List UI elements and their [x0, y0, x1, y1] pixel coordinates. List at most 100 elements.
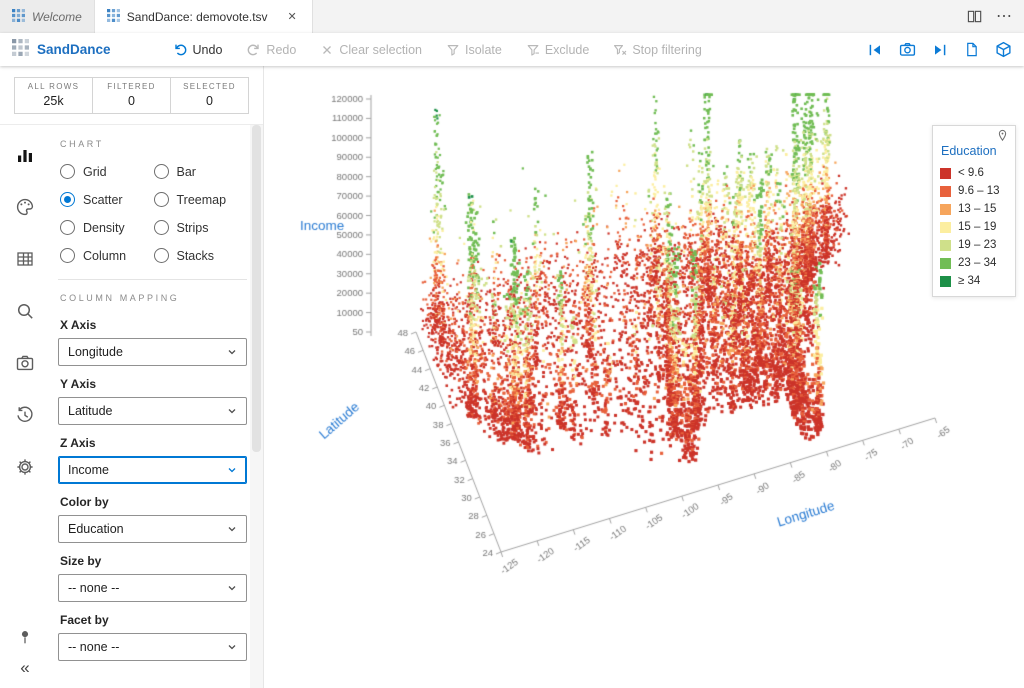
- panel-scrollbar[interactable]: [250, 125, 263, 688]
- legend-swatch: [940, 186, 951, 197]
- all-rows-stat: ALL ROWS 25k: [14, 77, 93, 114]
- more-actions-icon[interactable]: ⋯: [996, 9, 1012, 25]
- legend-item[interactable]: 19 – 23: [940, 239, 1008, 251]
- legend-item[interactable]: 9.6 – 13: [940, 185, 1008, 197]
- radio-icon: [60, 192, 75, 207]
- redo-button[interactable]: Redo: [246, 42, 296, 57]
- scrollbar-thumb[interactable]: [252, 125, 261, 452]
- chart-3d-rotate-icon[interactable]: [995, 41, 1012, 58]
- snapshot-notes-icon[interactable]: [964, 42, 979, 57]
- facet-by-dropdown[interactable]: -- none --: [58, 633, 247, 661]
- main-area: ALL ROWS 25k FILTERED 0 SELECTED 0: [0, 66, 1024, 688]
- z-axis-dropdown[interactable]: Income: [58, 456, 247, 484]
- sidebar-item-history[interactable]: [0, 389, 50, 441]
- row-stats: ALL ROWS 25k FILTERED 0 SELECTED 0: [0, 66, 263, 125]
- chevron-down-icon: [227, 465, 237, 475]
- chart-type-option-column[interactable]: Column: [60, 248, 154, 263]
- redo-icon: [246, 42, 261, 57]
- exclude-button[interactable]: Exclude: [526, 43, 589, 57]
- chevron-down-icon: [227, 406, 237, 416]
- app-title: SandDance: [37, 42, 111, 57]
- isolate-filter-icon: [446, 43, 460, 57]
- tab-label: Welcome: [32, 10, 82, 24]
- close-tab-icon[interactable]: ✕: [285, 9, 300, 24]
- legend-swatch: [940, 222, 951, 233]
- isolate-button[interactable]: Isolate: [446, 43, 502, 57]
- size-by-dropdown[interactable]: -- none --: [58, 574, 247, 602]
- y-axis-dropdown[interactable]: Latitude: [58, 397, 247, 425]
- radio-icon: [60, 248, 75, 263]
- exclude-filter-icon: [526, 43, 540, 57]
- x-axis-field: X Axis Longitude: [58, 318, 247, 366]
- sidebar-icon-strip: «: [0, 125, 50, 688]
- chevron-down-icon: [227, 524, 237, 534]
- legend-swatch: [940, 258, 951, 269]
- radio-icon: [60, 220, 75, 235]
- app-window: Welcome SandDance: demovote.tsv ✕ ⋯ Sand…: [0, 0, 1024, 688]
- radio-icon: [154, 248, 169, 263]
- scatter-3d-canvas[interactable]: [264, 66, 1024, 688]
- tab-welcome[interactable]: Welcome: [0, 0, 95, 33]
- legend-swatch: [940, 276, 951, 287]
- editor-tab-bar: Welcome SandDance: demovote.tsv ✕ ⋯: [0, 0, 1024, 33]
- chart-type-option-bar[interactable]: Bar: [154, 164, 248, 179]
- legend-item[interactable]: < 9.6: [940, 167, 1008, 179]
- tabbar-actions: ⋯: [967, 0, 1024, 33]
- sidebar-item-color[interactable]: [0, 181, 50, 233]
- section-divider: [58, 279, 247, 280]
- legend-item[interactable]: 13 – 15: [940, 203, 1008, 215]
- radio-icon: [154, 192, 169, 207]
- legend-pin-icon[interactable]: [940, 129, 1008, 143]
- legend-item[interactable]: 15 – 19: [940, 221, 1008, 233]
- sanddance-logo-icon: [107, 9, 120, 25]
- chart-type-options: Grid Bar Scatter Treemap Density Strips …: [60, 164, 247, 263]
- y-axis-field: Y Axis Latitude: [58, 377, 247, 425]
- x-axis-dropdown[interactable]: Longitude: [58, 338, 247, 366]
- sidebar-item-snapshots[interactable]: [0, 337, 50, 389]
- camera-snapshot-icon[interactable]: [899, 41, 916, 58]
- sidebar-item-data[interactable]: [0, 233, 50, 285]
- clear-selection-icon: [320, 43, 334, 57]
- sidebar-item-search[interactable]: [0, 285, 50, 337]
- tab-label: SandDance: demovote.tsv: [127, 10, 268, 24]
- z-axis-field: Z Axis Income: [58, 436, 247, 484]
- tab-sanddance-demovote[interactable]: SandDance: demovote.tsv ✕: [95, 0, 313, 33]
- selected-stat: SELECTED 0: [170, 77, 249, 114]
- collapse-panel-icon[interactable]: «: [0, 654, 50, 682]
- chart-type-option-treemap[interactable]: Treemap: [154, 192, 248, 207]
- color-by-field: Color by Education: [58, 495, 247, 543]
- chart-type-option-scatter[interactable]: Scatter: [60, 192, 154, 207]
- next-snapshot-icon[interactable]: [932, 42, 948, 58]
- undo-button[interactable]: Undo: [173, 42, 223, 57]
- previous-snapshot-icon[interactable]: [867, 42, 883, 58]
- legend-item[interactable]: 23 – 34: [940, 257, 1008, 269]
- color-legend: Education < 9.6 9.6 – 13 13 – 15 15 – 19…: [932, 125, 1016, 297]
- stop-filtering-button[interactable]: Stop filtering: [613, 43, 701, 57]
- radio-icon: [154, 220, 169, 235]
- chart-section-title: CHART: [60, 139, 247, 149]
- legend-swatch: [940, 168, 951, 179]
- chart-type-option-stacks[interactable]: Stacks: [154, 248, 248, 263]
- filtered-stat: FILTERED 0: [92, 77, 171, 114]
- sidebar-item-chart[interactable]: [0, 129, 50, 181]
- sidebar-item-settings[interactable]: [0, 441, 50, 493]
- radio-icon: [60, 164, 75, 179]
- legend-title: Education: [941, 144, 1008, 158]
- chevron-down-icon: [227, 347, 237, 357]
- legend-swatch: [940, 204, 951, 215]
- undo-icon: [173, 42, 188, 57]
- chart-type-option-strips[interactable]: Strips: [154, 220, 248, 235]
- chevron-down-icon: [227, 642, 237, 652]
- chart-type-option-density[interactable]: Density: [60, 220, 154, 235]
- clear-selection-button[interactable]: Clear selection: [320, 43, 422, 57]
- radio-icon: [154, 164, 169, 179]
- pin-panel-icon[interactable]: [0, 620, 50, 654]
- chart-area: Education < 9.6 9.6 – 13 13 – 15 15 – 19…: [264, 66, 1024, 688]
- color-by-dropdown[interactable]: Education: [58, 515, 247, 543]
- app-header: SandDance Undo Redo Clear selection Isol…: [0, 33, 1024, 66]
- column-mapping-title: COLUMN MAPPING: [60, 293, 247, 303]
- split-editor-icon[interactable]: [967, 9, 982, 24]
- chart-type-option-grid[interactable]: Grid: [60, 164, 154, 179]
- sanddance-logo-icon: [12, 9, 25, 25]
- legend-item[interactable]: ≥ 34: [940, 275, 1008, 287]
